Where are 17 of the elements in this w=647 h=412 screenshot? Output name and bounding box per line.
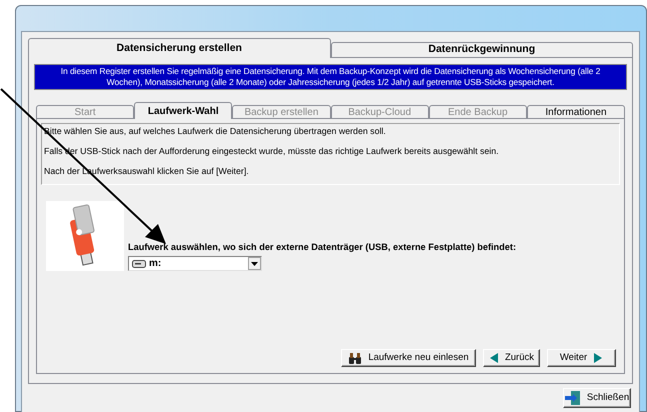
wizard-button[interactable]: Laufwerke neu einlesen: [341, 349, 476, 367]
binoculars-icon: [348, 352, 362, 364]
tab[interactable]: Laufwerk-Wahl: [134, 102, 232, 119]
drive-value: m:: [149, 257, 162, 271]
tab[interactable]: Datenrückgewinnung: [330, 42, 633, 58]
right-triangle-icon: [593, 353, 604, 363]
drive-label: Laufwerk auswählen, wo sich der externe Datenträger (USB, externe Festplatte) befindet:: [128, 241, 516, 254]
info-banner: In diesem Register erstellen Sie regelmäßig eine Datensicherung. Mit dem Backup-Konzept wird die Datensicherung als Wochensicherung (alle 2 Wochen), Monatssicherung (alle 2 Monate) oder Jahressicherung (jedes 1/2 Jahr) auf getrennte USB-Sticks gespeichert.: [34, 64, 627, 90]
drive-dropdown[interactable]: m:: [128, 256, 262, 271]
wizard-button[interactable]: Weiter: [547, 349, 616, 367]
left-triangle-icon: [488, 353, 499, 363]
exit-door-icon: [564, 391, 581, 405]
close-button[interactable]: Schließen: [563, 388, 631, 408]
tab[interactable]: Informationen: [526, 105, 626, 119]
wizard-button[interactable]: Zurück: [483, 349, 540, 367]
tab[interactable]: Datensicherung erstellen: [28, 38, 330, 58]
drive-icon: [132, 260, 146, 268]
